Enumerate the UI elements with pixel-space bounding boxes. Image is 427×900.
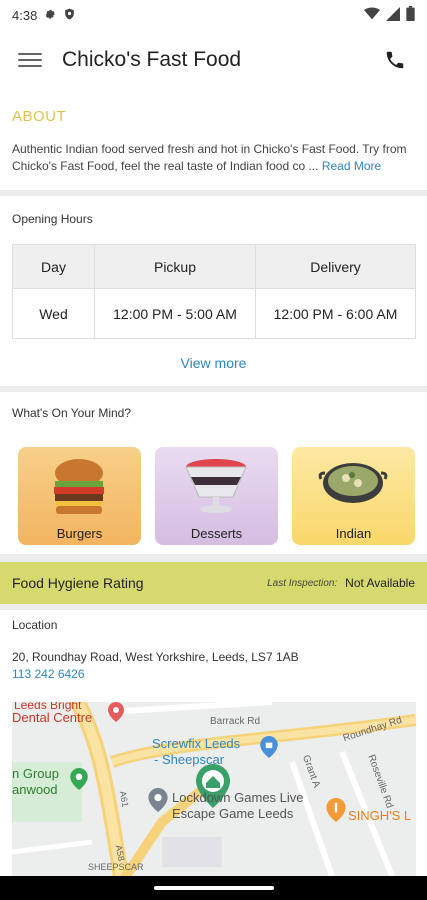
read-more-link[interactable]: Read More [322,159,381,173]
map-label-singh: SINGH'S L [348,808,412,823]
view-more-link[interactable]: View more [0,355,427,371]
system-nav-bar [0,876,427,900]
location-label: Location [12,618,58,632]
section-divider [0,386,427,392]
map-label-lockdown-1: Lockdown Games Live [172,790,304,805]
battery-icon [406,6,415,24]
shield-icon [63,7,76,24]
park-pin-icon [70,768,88,795]
opening-hours-label: Opening Hours [12,212,93,226]
categories-label: What's On Your Mind? [12,406,132,420]
app-bar: Chicko's Fast Food [0,30,427,90]
signal-icon [386,6,400,24]
map-label-anwood: anwood [12,782,58,797]
category-desserts[interactable]: Desserts [155,447,278,545]
game-pin-icon [148,788,168,817]
status-bar: 4:38 [0,0,427,30]
map-label-sheepscar: SHEEPSCAR [88,862,144,872]
dental-pin-icon [108,702,124,727]
table-row: Wed 12:00 PM - 5:00 AM 12:00 PM - 6:00 A… [12,288,416,339]
app-title: Chicko's Fast Food [62,48,242,71]
cell-day: Wed [12,288,95,339]
section-divider [0,554,427,562]
dessert-image [185,459,247,513]
food-pin-icon [326,798,346,827]
col-header-delivery: Delivery [255,244,416,289]
location-section: Location 20, Roundhay Road, West Yorkshi… [0,618,427,681]
shopping-pin-icon [260,736,278,763]
last-inspection-label: Last Inspection: [267,577,338,589]
col-header-pickup: Pickup [94,244,256,289]
last-inspection-value: Not Available [345,576,415,590]
menu-icon[interactable] [18,48,42,72]
map-label-group: n Group [12,766,59,781]
map-label-dental: Dental Centre [12,710,93,725]
opening-hours-table: Day Pickup Delivery Wed 12:00 PM - 5:00 … [12,244,416,339]
col-header-day: Day [12,244,95,289]
cell-pickup: 12:00 PM - 5:00 AM [94,288,256,339]
food-hygiene-title: Food Hygiene Rating [12,575,144,591]
map-label-barrack: Barrack Rd [210,716,261,727]
burger-image [54,459,104,514]
category-label: Burgers [56,526,103,541]
category-label: Indian [335,526,372,541]
category-burgers[interactable]: Burgers [18,447,141,545]
about-section: ABOUT Authentic Indian food served fresh… [0,108,427,175]
phone-icon[interactable] [381,46,409,74]
section-divider [0,190,427,196]
cell-delivery: 12:00 PM - 6:00 AM [255,288,416,339]
home-handle[interactable] [154,886,274,890]
wifi-icon [364,7,380,24]
phone-link[interactable]: 113 242 6426 [12,667,415,681]
map-view[interactable]: Leeds Bright Dental Centre Barrack Rd Ro… [12,702,416,876]
map-label-screwfix-1: Screwfix Leeds [152,736,241,751]
status-time: 4:38 [12,7,38,23]
about-heading: ABOUT [12,108,67,125]
indian-dish-image [318,463,388,503]
food-hygiene-bar: Food Hygiene Rating Last Inspection: Not… [0,562,427,604]
map-label-lockdown-2: Escape Game Leeds [172,806,294,821]
address-text: 20, Roundhay Road, West Yorkshire, Leeds… [12,650,299,664]
settings-icon [43,7,57,24]
about-description: Authentic Indian food served fresh and h… [12,141,415,175]
category-indian[interactable]: Indian [292,447,415,545]
category-label: Desserts [190,526,243,541]
section-divider [0,604,427,610]
